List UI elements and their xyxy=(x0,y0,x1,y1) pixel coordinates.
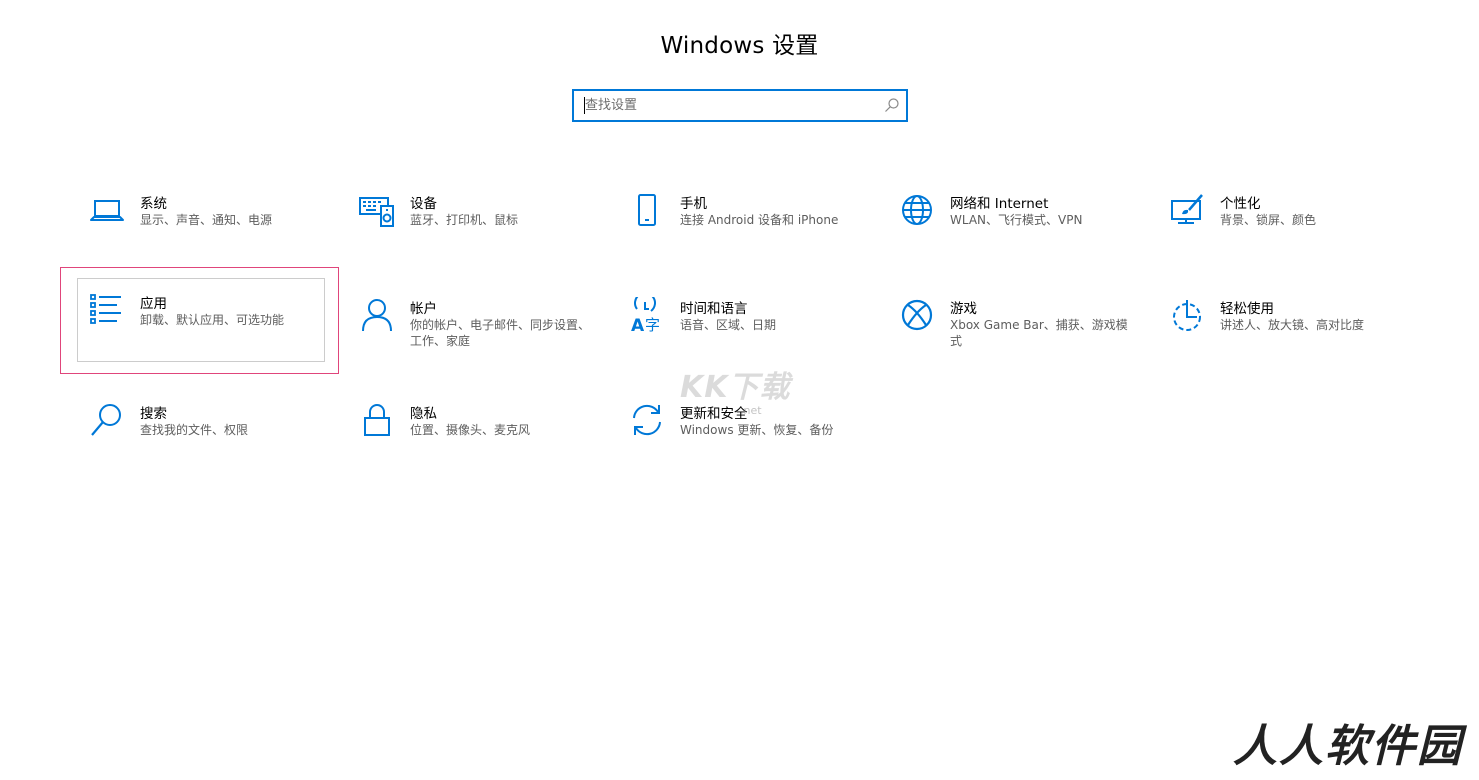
watermark-center-sub: .net xyxy=(740,404,762,417)
tile-apps[interactable]: 应用 卸载、默认应用、可选功能 xyxy=(77,278,325,362)
tile-label: 游戏 xyxy=(950,301,977,317)
phone-icon xyxy=(629,192,665,228)
tile-network[interactable]: 网络和 Internet WLAN、飞行模式、VPN xyxy=(887,178,1137,270)
tile-personalization[interactable]: 个性化 背景、锁屏、颜色 xyxy=(1157,178,1407,270)
tile-system[interactable]: 系统 显示、声音、通知、电源 xyxy=(77,178,327,270)
tile-description: Xbox Game Bar、捕获、游戏模式 xyxy=(950,318,1128,348)
tile-description: Windows 更新、恢复、备份 xyxy=(680,423,834,437)
search-icon xyxy=(89,402,125,438)
settings-window: Windows 设置 系统 显示、声音、通知、电源 设备 蓝牙、打印机、鼠标 手… xyxy=(0,0,1479,780)
tile-description: WLAN、飞行模式、VPN xyxy=(950,213,1083,227)
tile-description: 卸载、默认应用、可选功能 xyxy=(140,313,285,327)
apps-list-icon xyxy=(89,292,125,328)
tile-label: 隐私 xyxy=(410,406,437,422)
search-input[interactable] xyxy=(585,91,875,120)
tile-description: 背景、锁屏、颜色 xyxy=(1220,213,1317,227)
tile-label: 系统 xyxy=(140,196,167,212)
svg-text:A: A xyxy=(631,316,645,333)
tile-description: 你的帐户、电子邮件、同步设置、工作、家庭 xyxy=(410,318,591,348)
person-icon xyxy=(359,297,395,333)
ease-of-access-icon xyxy=(1169,297,1205,333)
tile-accounts[interactable]: 帐户 你的帐户、电子邮件、同步设置、工作、家庭 xyxy=(347,283,597,375)
tile-description: 显示、声音、通知、电源 xyxy=(140,213,273,227)
tile-label: 手机 xyxy=(680,196,707,212)
globe-icon xyxy=(899,192,935,228)
tile-privacy[interactable]: 隐私 位置、摄像头、麦克风 xyxy=(347,388,597,480)
tile-description: 讲述人、放大镜、高对比度 xyxy=(1220,318,1365,332)
tile-label: 设备 xyxy=(410,196,437,212)
tile-description: 连接 Android 设备和 iPhone xyxy=(680,213,839,227)
tile-label: 个性化 xyxy=(1220,196,1261,212)
laptop-icon xyxy=(89,192,125,228)
tile-label: 时间和语言 xyxy=(680,301,748,317)
tile-label: 网络和 Internet xyxy=(950,196,1049,212)
svg-text:字: 字 xyxy=(645,316,660,333)
tile-description: 位置、摄像头、麦克风 xyxy=(410,423,531,437)
tile-description: 蓝牙、打印机、鼠标 xyxy=(410,213,519,227)
tile-label: 搜索 xyxy=(140,406,167,422)
search-box[interactable] xyxy=(572,89,908,122)
tile-devices[interactable]: 设备 蓝牙、打印机、鼠标 xyxy=(347,178,597,270)
time-language-icon: A字 xyxy=(629,297,665,333)
watermark-corner: 人人软件园 xyxy=(1233,721,1463,772)
personalization-icon xyxy=(1169,192,1205,228)
tile-search[interactable]: 搜索 查找我的文件、权限 xyxy=(77,388,327,480)
watermark-center: KK下载 xyxy=(680,370,791,405)
lock-icon xyxy=(359,402,395,438)
xbox-icon xyxy=(899,297,935,333)
tile-label: 帐户 xyxy=(410,301,437,317)
tile-label: 应用 xyxy=(140,296,167,312)
update-icon xyxy=(629,402,665,438)
page-title: Windows 设置 xyxy=(660,33,819,59)
tile-phone[interactable]: 手机 连接 Android 设备和 iPhone xyxy=(617,178,867,270)
tile-gaming[interactable]: 游戏 Xbox Game Bar、捕获、游戏模式 xyxy=(887,283,1137,375)
tile-label: 轻松使用 xyxy=(1220,301,1274,317)
devices-icon xyxy=(359,192,395,228)
tile-description: 查找我的文件、权限 xyxy=(140,423,249,437)
search-icon[interactable] xyxy=(884,97,900,113)
tile-description: 语音、区域、日期 xyxy=(680,318,777,332)
tile-ease-of-access[interactable]: 轻松使用 讲述人、放大镜、高对比度 xyxy=(1157,283,1407,375)
